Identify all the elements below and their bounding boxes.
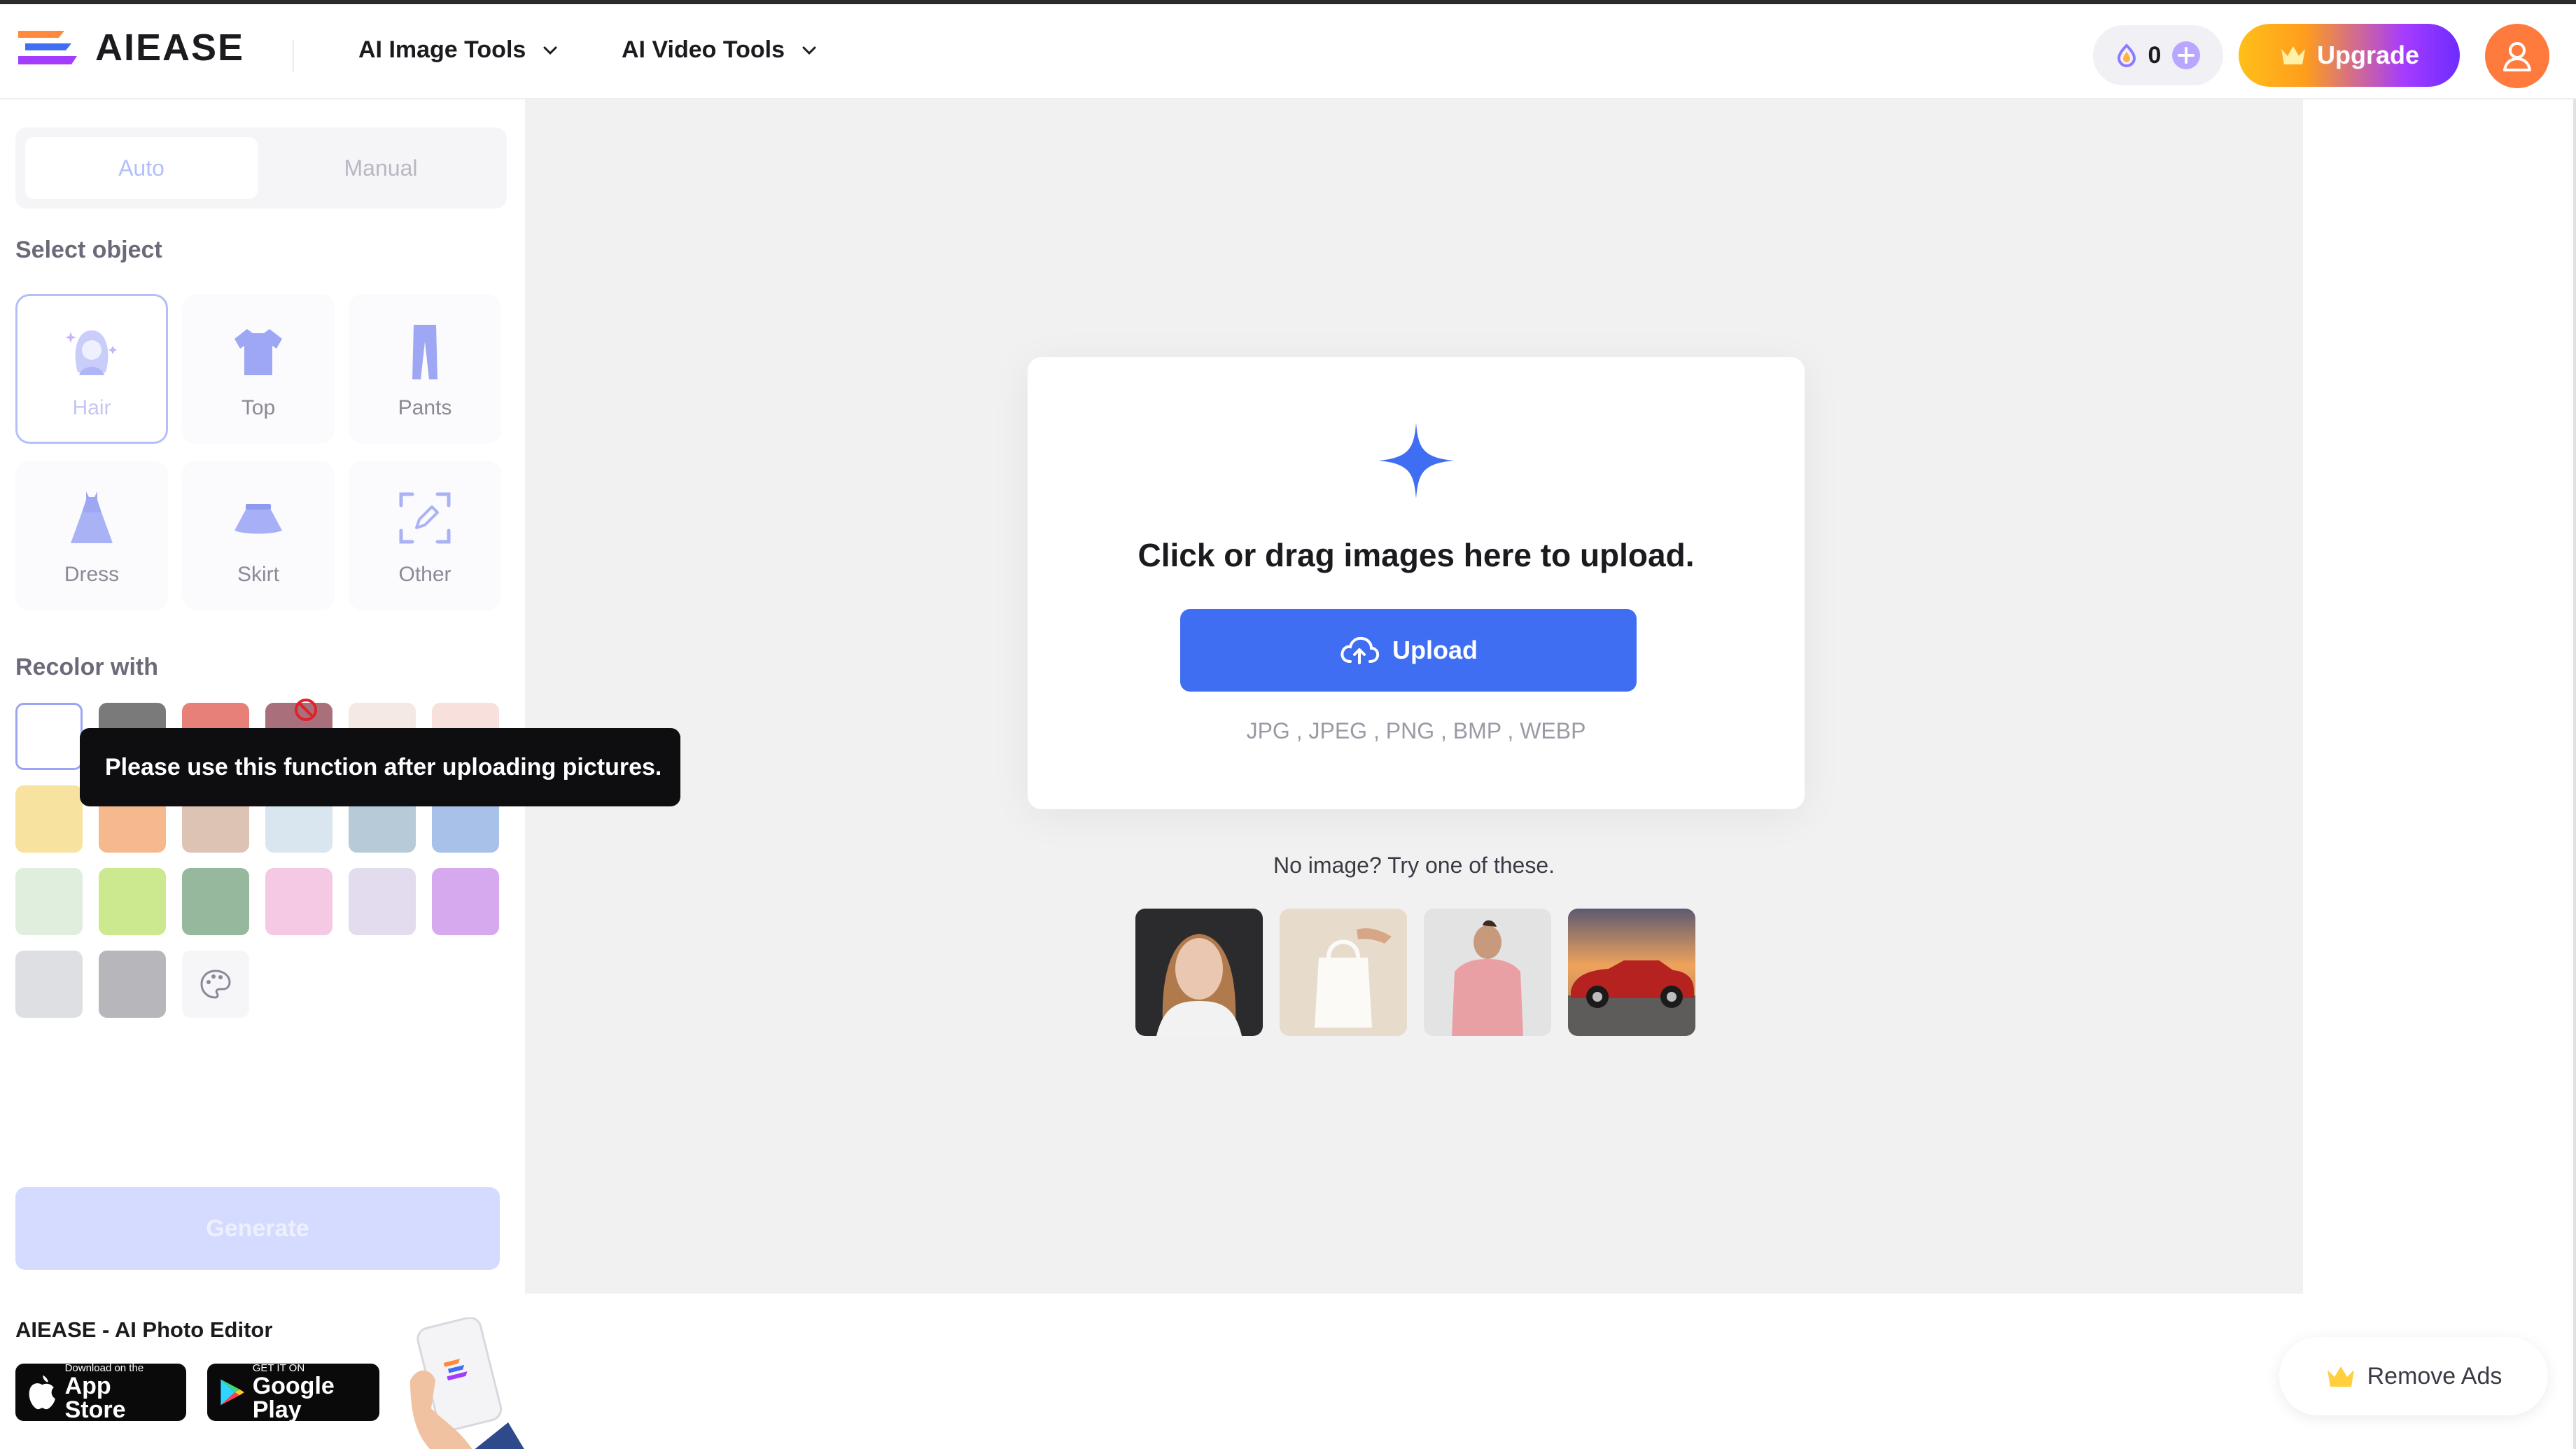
not-allowed-icon bbox=[295, 699, 317, 721]
user-icon bbox=[2503, 42, 2531, 71]
color-swatch[interactable] bbox=[15, 868, 83, 935]
gem-icon bbox=[2117, 43, 2136, 67]
try-samples-label: No image? Try one of these. bbox=[1273, 853, 1555, 878]
crown-icon bbox=[2327, 1366, 2354, 1387]
credits-value: 0 bbox=[2148, 41, 2162, 69]
sample-tote-bag[interactable] bbox=[1280, 909, 1407, 1036]
mode-toggle: Auto Manual bbox=[15, 127, 507, 209]
object-pants[interactable]: Pants bbox=[349, 294, 501, 444]
object-skirt[interactable]: Skirt bbox=[182, 461, 335, 610]
select-object-label: Select object bbox=[15, 237, 162, 263]
brand-name: AIEASE bbox=[95, 27, 245, 69]
phone-hand-illustration bbox=[410, 1317, 524, 1449]
color-swatch[interactable] bbox=[265, 868, 332, 935]
cloud-upload-icon bbox=[1340, 636, 1380, 664]
color-swatch[interactable] bbox=[15, 785, 83, 853]
tab-manual[interactable]: Manual bbox=[265, 137, 497, 199]
sample-portrait-woman[interactable] bbox=[1135, 909, 1263, 1036]
crown-icon bbox=[2281, 46, 2305, 64]
menu-label: AI Image Tools bbox=[358, 36, 526, 63]
logo-mark-icon bbox=[15, 25, 80, 70]
edit-frame-icon bbox=[399, 492, 451, 544]
google-play-big: Google Play bbox=[252, 1373, 335, 1423]
upload-title: Click or drag images here to upload. bbox=[1138, 537, 1695, 573]
recolor-label: Recolor with bbox=[15, 654, 159, 680]
add-credits-icon[interactable] bbox=[2171, 40, 2202, 71]
upload-dropzone[interactable]: Click or drag images here to upload. Upl… bbox=[1028, 357, 1805, 809]
app-store-big: App Store bbox=[64, 1373, 126, 1423]
color-swatch[interactable] bbox=[349, 868, 416, 935]
generate-button[interactable]: Generate bbox=[15, 1187, 500, 1270]
dress-icon bbox=[71, 491, 113, 543]
upgrade-button[interactable]: Upgrade bbox=[2239, 24, 2460, 87]
user-avatar[interactable] bbox=[2485, 24, 2549, 88]
pants-icon bbox=[412, 325, 438, 379]
sample-images bbox=[1135, 909, 1695, 1036]
object-label: Skirt bbox=[237, 563, 279, 586]
upload-first-tooltip: Please use this function after uploading… bbox=[80, 728, 680, 806]
google-play-icon bbox=[220, 1379, 245, 1406]
hair-icon bbox=[65, 330, 117, 375]
right-ad-area bbox=[2303, 99, 2576, 1449]
menu-label: AI Video Tools bbox=[622, 36, 785, 63]
object-label: Top bbox=[241, 396, 276, 419]
object-hair[interactable]: Hair bbox=[15, 294, 168, 444]
image-canvas: Click or drag images here to upload. Upl… bbox=[525, 99, 2303, 1294]
sample-man-pink-shirt[interactable] bbox=[1424, 909, 1551, 1036]
header-divider bbox=[293, 41, 294, 71]
chevron-down-icon bbox=[802, 46, 816, 55]
upload-button[interactable]: Upload bbox=[1180, 609, 1637, 692]
object-label: Hair bbox=[72, 396, 111, 419]
top-bar: AIEASE AI Image Tools AI Video Tools 0 U… bbox=[0, 0, 2576, 99]
color-swatch[interactable] bbox=[182, 868, 249, 935]
color-swatch[interactable] bbox=[15, 703, 83, 770]
supported-formats: JPG , JPEG , PNG , BMP , WEBP bbox=[1246, 718, 1586, 743]
object-dress[interactable]: Dress bbox=[15, 461, 168, 610]
object-other[interactable]: Other bbox=[349, 461, 501, 610]
skirt-icon bbox=[234, 504, 282, 534]
custom-color-button[interactable] bbox=[182, 951, 249, 1018]
object-label: Dress bbox=[64, 563, 120, 586]
upgrade-label: Upgrade bbox=[2316, 41, 2420, 69]
remove-ads-label: Remove Ads bbox=[2367, 1362, 2502, 1390]
sample-red-car[interactable] bbox=[1568, 909, 1695, 1036]
menu-ai-image-tools[interactable]: AI Image Tools bbox=[358, 36, 561, 64]
shirt-icon bbox=[234, 329, 282, 375]
palette-icon bbox=[200, 969, 231, 999]
apple-icon bbox=[29, 1375, 55, 1410]
object-label: Pants bbox=[398, 396, 452, 419]
chevron-down-icon bbox=[543, 46, 557, 55]
object-grid: Hair Top Pants Dress Skirt Other bbox=[15, 294, 507, 610]
app-promo-title: AIEASE - AI Photo Editor bbox=[15, 1317, 273, 1342]
object-label: Other bbox=[398, 563, 451, 586]
color-swatch[interactable] bbox=[99, 868, 166, 935]
app-store-badge[interactable]: Download on the App Store bbox=[15, 1363, 186, 1423]
tab-auto[interactable]: Auto bbox=[25, 137, 258, 199]
color-swatch[interactable] bbox=[432, 868, 499, 935]
color-swatch[interactable] bbox=[15, 951, 83, 1018]
logo[interactable]: AIEASE bbox=[15, 25, 244, 70]
menu-ai-video-tools[interactable]: AI Video Tools bbox=[622, 36, 820, 64]
upload-label: Upload bbox=[1392, 636, 1478, 664]
credits-counter[interactable]: 0 bbox=[2093, 25, 2223, 85]
google-play-badge[interactable]: GET IT ON Google Play bbox=[207, 1363, 379, 1423]
plus-star-icon bbox=[1378, 423, 1454, 498]
object-top[interactable]: Top bbox=[182, 294, 335, 444]
color-swatch[interactable] bbox=[99, 951, 166, 1018]
remove-ads-button[interactable]: Remove Ads bbox=[2279, 1337, 2548, 1415]
